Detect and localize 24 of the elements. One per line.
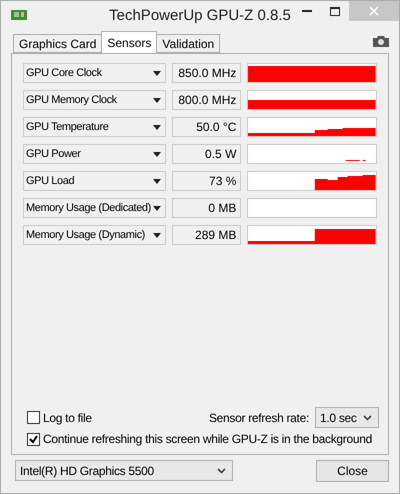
gpu-select[interactable]: Intel(R) HD Graphics 5500 bbox=[15, 460, 233, 481]
sensor-select[interactable]: GPU Core Clock bbox=[23, 63, 166, 83]
sensor-select[interactable]: GPU Memory Clock bbox=[23, 90, 166, 110]
sensor-select[interactable]: GPU Load bbox=[23, 171, 166, 191]
window-title: TechPowerUp GPU-Z 0.8.5 bbox=[109, 7, 291, 24]
refresh-rate-label: Sensor refresh rate: bbox=[208, 410, 309, 424]
tab[interactable]: Graphics Card bbox=[13, 34, 102, 53]
sensor-select[interactable]: Memory Usage (Dynamic) bbox=[23, 225, 166, 245]
sensor-reading: 850.0 MHz bbox=[172, 63, 242, 83]
tab[interactable]: Sensors bbox=[101, 31, 158, 53]
sensor-select[interactable]: Memory Usage (Dedicated) bbox=[23, 198, 166, 218]
close-button[interactable]: Close bbox=[316, 460, 389, 482]
sensor-reading: 0.5 W bbox=[172, 144, 242, 164]
refresh-rate-select[interactable]: 1.0 sec bbox=[315, 407, 379, 428]
sensor-reading: 50.0 °C bbox=[172, 117, 242, 137]
sensor-select[interactable]: GPU Power bbox=[23, 144, 166, 164]
sensor-reading: 289 MB bbox=[172, 225, 242, 245]
sensor-reading: 0 MB bbox=[172, 198, 242, 218]
sensor-reading: 800.0 MHz bbox=[172, 90, 242, 110]
sensor-reading: 73 % bbox=[172, 171, 242, 191]
tab[interactable]: Validation bbox=[156, 34, 220, 53]
checkbox-label: Continue refreshing this screen while GPU-Z is in the background bbox=[43, 432, 372, 446]
sensor-select[interactable]: GPU Temperature bbox=[23, 117, 166, 137]
checkbox-label: Log to file bbox=[43, 410, 92, 424]
